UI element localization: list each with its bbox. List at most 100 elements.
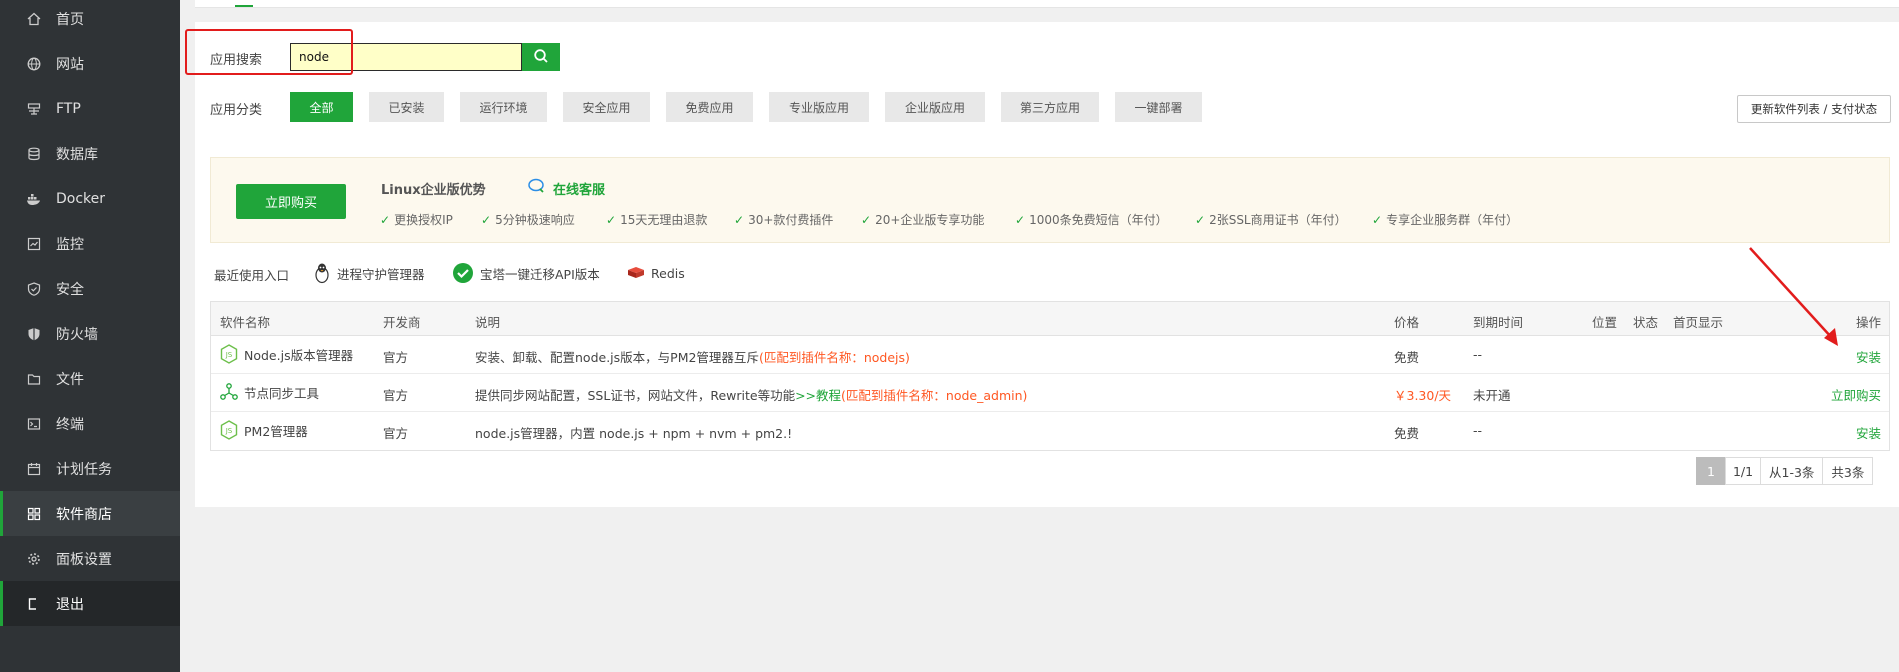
sidebar-item-label: 安全 (56, 281, 84, 298)
desc-cell: node.js管理器，内置 node.js + npm + nvm + pm2.… (475, 426, 793, 441)
category-installed[interactable]: 已安装 (369, 92, 444, 122)
feature-item: ✓ 15天无理由退款 (606, 212, 708, 228)
category-all[interactable]: 全部 (290, 92, 353, 122)
sidebar-item-logout[interactable]: 退出 (0, 581, 180, 626)
sidebar-item-firewall[interactable]: 防火墙 (0, 311, 180, 356)
buy-now-button[interactable]: 立即购买 (236, 184, 346, 219)
sidebar-item-cron[interactable]: 计划任务 (0, 446, 180, 491)
ftp-icon (26, 101, 42, 117)
search-button[interactable] (522, 43, 560, 71)
monitor-icon (26, 236, 42, 252)
online-service-link[interactable]: 在线客服 (527, 178, 605, 198)
table-header: 软件名称 开发商 说明 价格 到期时间 位置 状态 首页显示 操作 (211, 302, 1889, 336)
calendar-icon (26, 461, 42, 477)
home-icon (26, 11, 42, 27)
sidebar-item-settings[interactable]: 面板设置 (0, 536, 180, 581)
feature-item: ✓ 5分钟极速响应 (481, 212, 575, 228)
sidebar: 首页 网站 FTP 数据库 Docker 监控 安全 防火墙 文件 终端 计划任… (0, 0, 180, 672)
penguin-icon (313, 262, 331, 284)
sidebar-item-label: 首页 (56, 11, 84, 28)
header-action: 操作 (1855, 315, 1881, 330)
search-input[interactable] (290, 43, 522, 71)
expire-cell: -- (1473, 423, 1483, 438)
category-security[interactable]: 安全应用 (563, 92, 650, 122)
install-button[interactable]: 安装 (1856, 347, 1881, 366)
header-position: 位置 (1592, 315, 1618, 330)
promo-title: Linux企业版优势 (381, 183, 486, 198)
expire-cell: -- (1473, 347, 1483, 362)
sidebar-item-label: FTP (56, 100, 81, 117)
expire-cell: 未开通 (1473, 388, 1511, 403)
table-row: JS PM2管理器 官方 node.js管理器，内置 node.js + npm… (211, 412, 1889, 450)
enterprise-promo-banner (210, 157, 1890, 243)
sidebar-item-terminal[interactable]: 终端 (0, 401, 180, 446)
category-pro[interactable]: 专业版应用 (769, 92, 869, 122)
nodejs-icon: JS (220, 344, 238, 364)
sidebar-item-label: 网站 (56, 56, 84, 73)
apps-icon (26, 506, 42, 522)
feature-item: ✓ 更换授权IP (380, 212, 453, 228)
price-cell: 免费 (1394, 350, 1420, 365)
page-range: 从1-3条 (1760, 457, 1824, 485)
header-homepage: 首页显示 (1673, 315, 1724, 330)
node-sync-icon (220, 382, 238, 402)
sidebar-item-label: 监控 (56, 236, 84, 253)
sidebar-item-label: 面板设置 (56, 551, 112, 568)
category-oneclick[interactable]: 一键部署 (1115, 92, 1202, 122)
svg-text:JS: JS (225, 351, 233, 359)
category-free[interactable]: 免费应用 (666, 92, 753, 122)
sidebar-item-appstore[interactable]: 软件商店 (0, 491, 180, 536)
software-table: 软件名称 开发商 说明 价格 到期时间 位置 状态 首页显示 操作 JS Nod… (210, 301, 1890, 451)
active-tab-indicator (235, 5, 253, 7)
sidebar-item-security[interactable]: 安全 (0, 266, 180, 311)
app-name-cell: JS Node.js版本管理器 (220, 344, 353, 364)
feature-item: ✓ 专享企业服务群（年付） (1372, 212, 1519, 228)
sidebar-item-ftp[interactable]: FTP (0, 86, 180, 131)
sidebar-item-docker[interactable]: Docker (0, 176, 180, 221)
sidebar-item-label: 文件 (56, 371, 84, 388)
sidebar-item-monitor[interactable]: 监控 (0, 221, 180, 266)
developer-cell: 官方 (383, 388, 409, 403)
feature-item: ✓ 1000条免费短信（年付） (1015, 212, 1168, 228)
sidebar-item-files[interactable]: 文件 (0, 356, 180, 401)
app-name-cell: JS PM2管理器 (220, 420, 308, 440)
sidebar-item-label: 终端 (56, 416, 84, 433)
database-icon (26, 146, 42, 162)
terminal-icon (26, 416, 42, 432)
folder-icon (26, 371, 42, 387)
svg-text:JS: JS (225, 427, 233, 435)
page-count: 1/1 (1725, 457, 1761, 485)
update-software-list-button[interactable]: 更新软件列表 / 支付状态 (1737, 95, 1891, 123)
page-total: 共3条 (1822, 457, 1874, 485)
table-row: JS Node.js版本管理器 官方 安装、卸载、配置node.js版本，与PM… (211, 336, 1889, 374)
sidebar-item-website[interactable]: 网站 (0, 41, 180, 86)
recent-item-migration[interactable]: 宝塔一键迁移API版本 (452, 261, 600, 285)
sidebar-item-home[interactable]: 首页 (0, 0, 180, 41)
app-name-cell: 节点同步工具 (220, 382, 319, 402)
desc-cell: 安装、卸载、配置node.js版本，与PM2管理器互斥(匹配到插件名称：node… (475, 350, 910, 365)
install-button[interactable]: 安装 (1856, 423, 1881, 442)
category-thirdparty[interactable]: 第三方应用 (1001, 92, 1099, 122)
recent-item-redis[interactable]: Redis (627, 261, 685, 285)
buy-now-link[interactable]: 立即购买 (1831, 385, 1881, 404)
search-icon (533, 48, 549, 67)
sidebar-item-label: Docker (56, 190, 106, 207)
header-expire: 到期时间 (1473, 315, 1524, 330)
desc-cell: 提供同步网站配置，SSL证书，网站文件，Rewrite等功能>>教程(匹配到插件… (475, 388, 1028, 403)
category-runtime[interactable]: 运行环境 (460, 92, 547, 122)
green-check-icon (452, 262, 474, 284)
table-row: 节点同步工具 官方 提供同步网站配置，SSL证书，网站文件，Rewrite等功能… (211, 374, 1889, 412)
sidebar-item-label: 计划任务 (56, 461, 112, 478)
tutorial-link[interactable]: >>教程 (795, 388, 841, 403)
developer-cell: 官方 (383, 350, 409, 365)
sidebar-item-database[interactable]: 数据库 (0, 131, 180, 176)
header-developer: 开发商 (383, 315, 421, 330)
redis-icon (627, 265, 645, 281)
recent-item-supervisor[interactable]: 进程守护管理器 (313, 261, 425, 285)
shield-icon (26, 281, 42, 297)
header-desc: 说明 (475, 315, 501, 330)
page-current[interactable]: 1 (1696, 457, 1726, 485)
globe-icon (26, 56, 42, 72)
sidebar-item-label: 退出 (56, 596, 84, 613)
category-enterprise[interactable]: 企业版应用 (885, 92, 985, 122)
